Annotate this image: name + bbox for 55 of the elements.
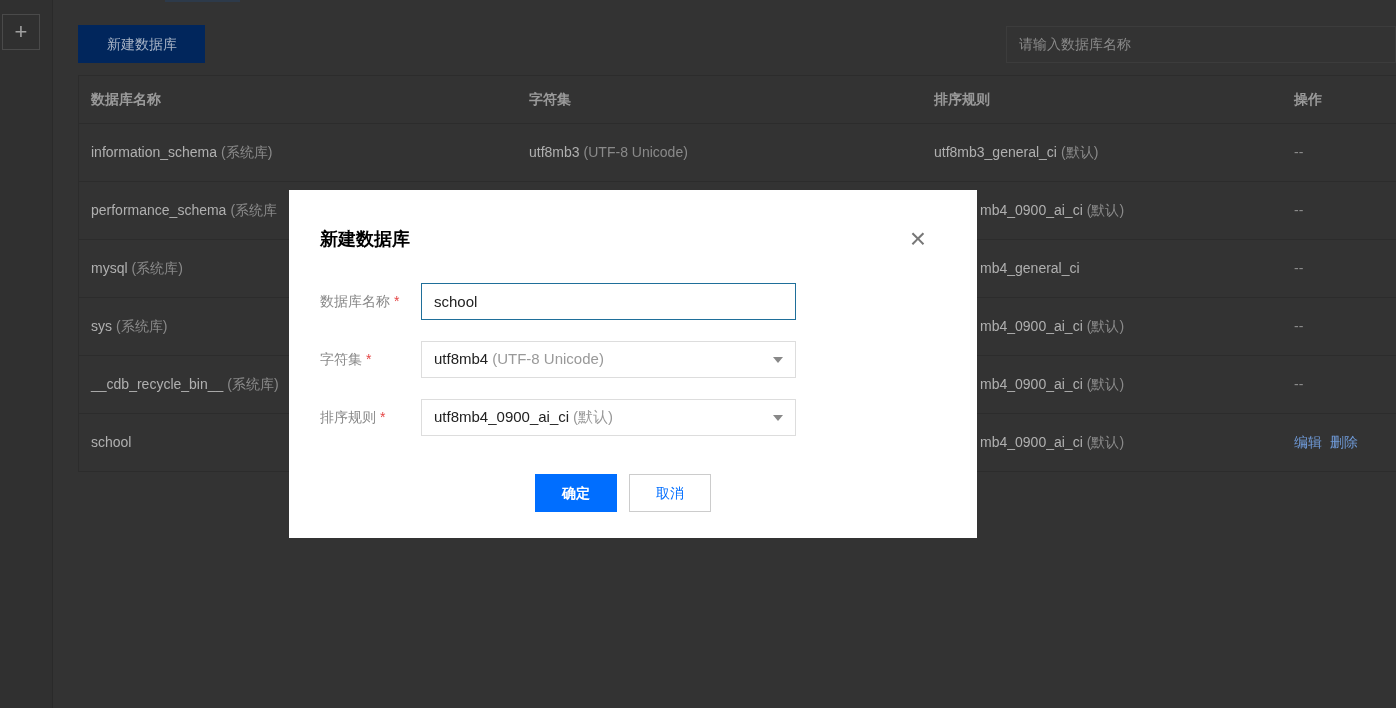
collation-text: mb4_0900_ai_ci — [980, 434, 1083, 450]
column-header: 排序规则 — [934, 91, 990, 107]
empty-dash: -- — [1294, 259, 1304, 278]
collation-text: utf8mb3_general_ci — [934, 144, 1057, 160]
database-name: performance_schema — [91, 202, 227, 218]
select-value: utf8mb4 (UTF-8 Unicode) — [434, 349, 604, 370]
column-header: 数据库名称 — [91, 91, 161, 107]
column-header: 操作 — [1294, 91, 1322, 107]
select-field[interactable]: utf8mb4_0900_ai_ci (默认) — [421, 399, 796, 436]
name-input[interactable]: school — [421, 283, 796, 320]
column-header: 字符集 — [529, 91, 571, 107]
empty-dash: -- — [1294, 201, 1304, 220]
collation-text: mb4_0900_ai_ci — [980, 318, 1083, 334]
database-name: school — [91, 434, 132, 450]
system-note: (系统库) — [116, 318, 168, 334]
charset-note: (UTF-8 Unicode) — [583, 144, 688, 160]
collation-text: mb4_general_ci — [980, 260, 1080, 276]
cancel-button[interactable]: 取消 — [629, 474, 711, 512]
search-field[interactable]: 请输入数据库名称 — [1006, 25, 1396, 63]
create-database-button[interactable]: 新建数据库 — [78, 25, 205, 63]
empty-dash: -- — [1294, 143, 1304, 162]
dialog-title: 新建数据库 — [320, 227, 410, 251]
required-mark: * — [366, 351, 372, 367]
database-name: information_schema — [91, 144, 218, 160]
dropdown-caret-icon — [773, 414, 783, 421]
database-name: __cdb_recycle_bin__ — [91, 376, 224, 392]
select-field[interactable]: utf8mb4 (UTF-8 Unicode) — [421, 341, 796, 378]
collation-text: mb4_0900_ai_ci — [980, 202, 1083, 218]
close-button[interactable]: × — [909, 225, 926, 253]
default-note: (默认) — [1086, 434, 1125, 450]
default-note: (默认) — [1086, 202, 1125, 218]
action-link[interactable]: 编辑 — [1294, 432, 1322, 453]
collation-text: mb4_0900_ai_ci — [980, 376, 1083, 392]
action-link[interactable]: 删除 — [1330, 432, 1358, 453]
system-note: (系统库) — [221, 144, 273, 160]
required-mark: * — [394, 293, 400, 309]
empty-dash: -- — [1294, 375, 1304, 394]
required-mark: * — [380, 409, 386, 425]
field-label: 数据库名称 — [320, 293, 390, 309]
database-name: sys — [91, 318, 112, 334]
charset-text: utf8mb3 — [529, 144, 580, 160]
select-value: utf8mb4_0900_ai_ci (默认) — [434, 407, 614, 428]
empty-dash: -- — [1294, 317, 1304, 336]
database-name: mysql — [91, 260, 128, 276]
system-note: (系统库) — [131, 260, 183, 276]
field-label: 排序规则 — [320, 409, 376, 425]
field-label: 字符集 — [320, 351, 362, 367]
system-note: (系统库 — [230, 202, 278, 218]
system-note: (系统库) — [227, 376, 279, 392]
default-note: (默认) — [1086, 318, 1125, 334]
default-note: (默认) — [1086, 376, 1125, 392]
add-button[interactable]: + — [2, 14, 40, 50]
confirm-button[interactable]: 确定 — [535, 474, 617, 512]
dropdown-caret-icon — [773, 356, 783, 363]
default-note: (默认) — [1061, 144, 1099, 160]
